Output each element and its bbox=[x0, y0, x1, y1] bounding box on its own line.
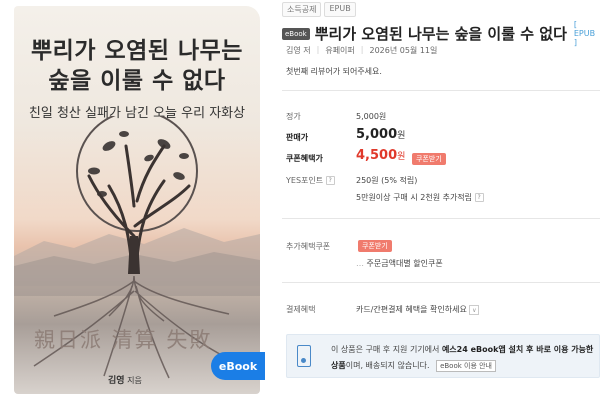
author-link[interactable]: 김영 저 bbox=[286, 45, 311, 56]
points-note: 5만원이상 구매 시 2천원 추가적립 ? bbox=[356, 192, 484, 203]
ebook-badge: eBook bbox=[282, 27, 310, 40]
phone-icon bbox=[297, 345, 311, 367]
format-tag: [ EPUB ] bbox=[573, 20, 596, 47]
cover-title: 뿌리가 오염된 나무는 숲을 이룰 수 없다 bbox=[31, 38, 243, 94]
points-value: 250원 (5% 적립) bbox=[356, 176, 418, 185]
divider bbox=[282, 218, 600, 219]
cover-hanja: 親日派 清算 失敗 bbox=[34, 328, 213, 352]
publish-date: 2026년 05월 11일 bbox=[369, 46, 438, 55]
breadcrumb: 소득공제 EPUB bbox=[282, 2, 356, 17]
payment-label: 결제혜택 bbox=[286, 305, 316, 314]
book-cover[interactable]: 뿌리가 오염된 나무는 숲을 이룰 수 없다 친일 청산 실패가 남긴 오늘 우… bbox=[14, 6, 260, 394]
extra-coupon-note: … 주문금액대별 할인쿠폰 bbox=[356, 259, 443, 268]
epub-chip: EPUB bbox=[324, 2, 356, 17]
points-label: YES포인트 ? bbox=[286, 175, 335, 186]
sale-price-label: 판매가 bbox=[286, 133, 309, 142]
cover-author: 김영 지음 bbox=[108, 376, 142, 386]
coupon-price: 4,500원 bbox=[356, 148, 406, 163]
publisher-link[interactable]: 유페이퍼 bbox=[325, 45, 354, 56]
list-price-label: 정가 bbox=[286, 112, 301, 121]
help-icon[interactable]: ? bbox=[474, 193, 484, 202]
extra-coupon-label: 추가혜택쿠폰 bbox=[286, 242, 331, 251]
ebook-chip[interactable]: eBook bbox=[211, 352, 265, 380]
product-meta: 김영 저 | 유페이퍼 | 2026년 05월 11일 bbox=[286, 45, 438, 56]
divider bbox=[282, 282, 600, 283]
ebook-notice: 이 상품은 구매 후 지원 기기에서 예스24 eBook앱 설치 후 바로 이… bbox=[286, 334, 600, 378]
title-row: eBook 뿌리가 오염된 나무는 숲을 이룰 수 없다 [ EPUB ] bbox=[282, 20, 600, 47]
review-prompt[interactable]: 첫번째 리뷰어가 되어주세요. bbox=[286, 66, 382, 77]
divider bbox=[282, 90, 600, 91]
ebook-guide-button[interactable]: eBook 이용 안내 bbox=[436, 360, 497, 372]
page-title: 뿌리가 오염된 나무는 숲을 이룰 수 없다 bbox=[314, 25, 567, 43]
chevron-down-icon[interactable]: ∨ bbox=[469, 304, 480, 315]
list-price: 5,000원 bbox=[356, 112, 387, 121]
coupon-price-label: 쿠폰혜택가 bbox=[286, 154, 323, 163]
payment-value[interactable]: 카드/간편결제 혜택을 확인하세요 ∨ bbox=[356, 304, 480, 315]
extra-coupon-button[interactable]: 쿠폰받기 bbox=[358, 240, 392, 252]
tax-deduction-chip: 소득공제 bbox=[282, 2, 322, 17]
help-icon[interactable]: ? bbox=[325, 176, 335, 185]
sale-price: 5,000원 bbox=[356, 127, 406, 142]
get-coupon-button[interactable]: 쿠폰받기 bbox=[412, 153, 446, 165]
